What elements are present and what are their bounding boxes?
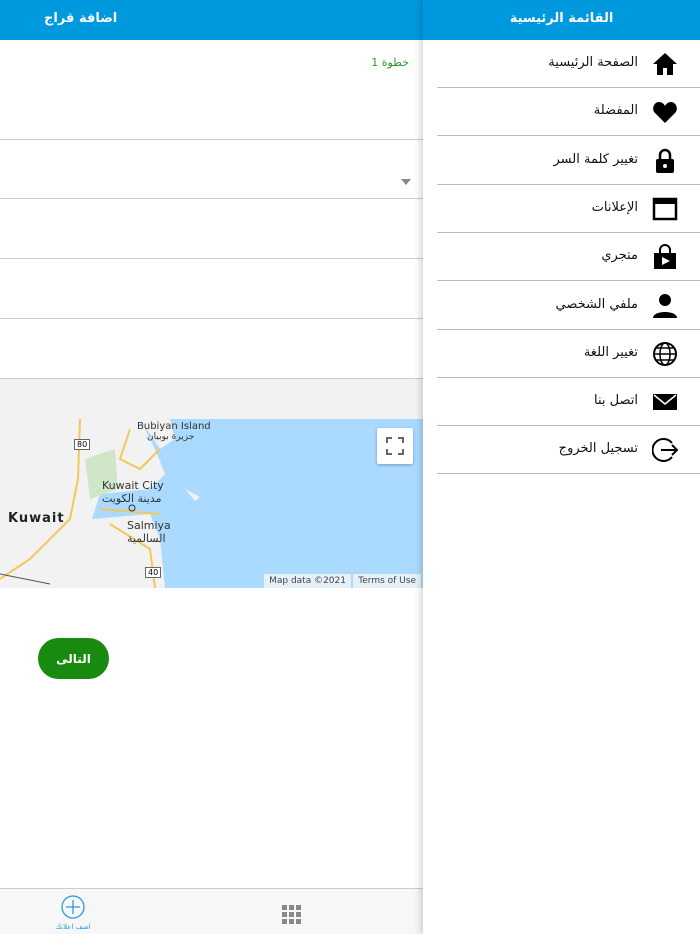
menu-item-label: متجري [601, 248, 638, 264]
home-icon [653, 53, 677, 75]
plus-circle-icon [61, 895, 85, 919]
menu-item-logout[interactable]: تسجيل الخروج [437, 426, 700, 475]
menu-item-label: ملفي الشخصي [555, 296, 638, 312]
dropdown-caret-icon [401, 179, 411, 185]
map-top-spacer [0, 379, 423, 419]
drawer-title: القائمة الرئيسية [423, 0, 700, 40]
menu-item-home[interactable]: الصفحة الرئيسية [437, 40, 700, 88]
fullscreen-icon [386, 437, 404, 455]
bottom-nav: اضف اعلانك [0, 888, 423, 934]
store-bag-icon [654, 244, 676, 270]
map[interactable]: Bubiyan Island جزيرة بوبيان 80 Kuwait Ci… [0, 419, 423, 588]
menu-item-person[interactable]: ملفي الشخصي [437, 282, 700, 330]
page-title: اضافة قراج [0, 0, 423, 40]
menu-item-label: تغيير اللغة [583, 344, 638, 360]
menu-item-window[interactable]: الإعلانات [437, 185, 700, 233]
menu-item-label: تغيير كلمة السر [553, 151, 639, 167]
person-icon [653, 293, 677, 318]
next-button[interactable]: التالى [38, 638, 109, 679]
menu-item-label: الصفحة الرئيسية [548, 55, 638, 70]
map-label: Bubiyan Island [137, 421, 211, 432]
grid-menu-icon[interactable] [282, 905, 301, 924]
menu-item-envelope[interactable]: اتصل بنا [437, 378, 700, 427]
lock-icon [656, 148, 674, 173]
menu-item-globe[interactable]: تغيير اللغة [437, 330, 700, 378]
menu-item-store-bag[interactable]: متجري [437, 233, 700, 282]
heart-icon [653, 102, 677, 124]
menu-item-lock[interactable]: تغيير كلمة السر [437, 137, 700, 185]
envelope-icon [653, 394, 677, 411]
side-drawer: القائمة الرئيسية الصفحة الرئيسية المفضلة ت… [423, 0, 700, 934]
window-icon [652, 197, 678, 221]
map-label: السالمية [127, 532, 166, 545]
input-field-2[interactable] [0, 259, 423, 319]
road-shield: 40 [145, 567, 162, 578]
menu-item-label: اتصل بنا [594, 393, 638, 409]
menu-item-heart[interactable]: المفضلة [437, 88, 700, 137]
menu-item-label: تسجيل الخروج [558, 441, 638, 457]
map-label: مدينة الكويت [102, 492, 162, 505]
input-field-1[interactable] [0, 199, 423, 259]
globe-icon [653, 341, 677, 366]
map-label: جزيرة بوبيان [147, 432, 195, 442]
add-garage-panel: اضافة قراج خطوة 1 Bubiyan Island جزيرة ب… [0, 0, 423, 934]
terms-link[interactable]: Terms of Use [353, 574, 421, 588]
map-graphic [0, 419, 200, 588]
step-label: خطوة 1 [371, 56, 409, 69]
map-attribution: Map data ©2021 [264, 574, 351, 588]
input-field-3[interactable] [0, 319, 423, 379]
map-label: Kuwait City [102, 479, 164, 492]
step-section: خطوة 1 [0, 40, 423, 140]
logout-icon [652, 438, 678, 463]
add-ad-button[interactable]: اضف اعلانك [50, 895, 96, 931]
add-ad-label: اضف اعلانك [55, 923, 91, 931]
menu-item-label: المفضلة [593, 103, 638, 119]
map-label: Kuwait [8, 511, 65, 526]
road-shield: 80 [74, 439, 91, 450]
select-field[interactable] [0, 141, 423, 199]
fullscreen-button[interactable] [377, 428, 413, 464]
map-label: Salmiya [127, 519, 171, 532]
menu-item-label: الإعلانات [591, 199, 638, 215]
